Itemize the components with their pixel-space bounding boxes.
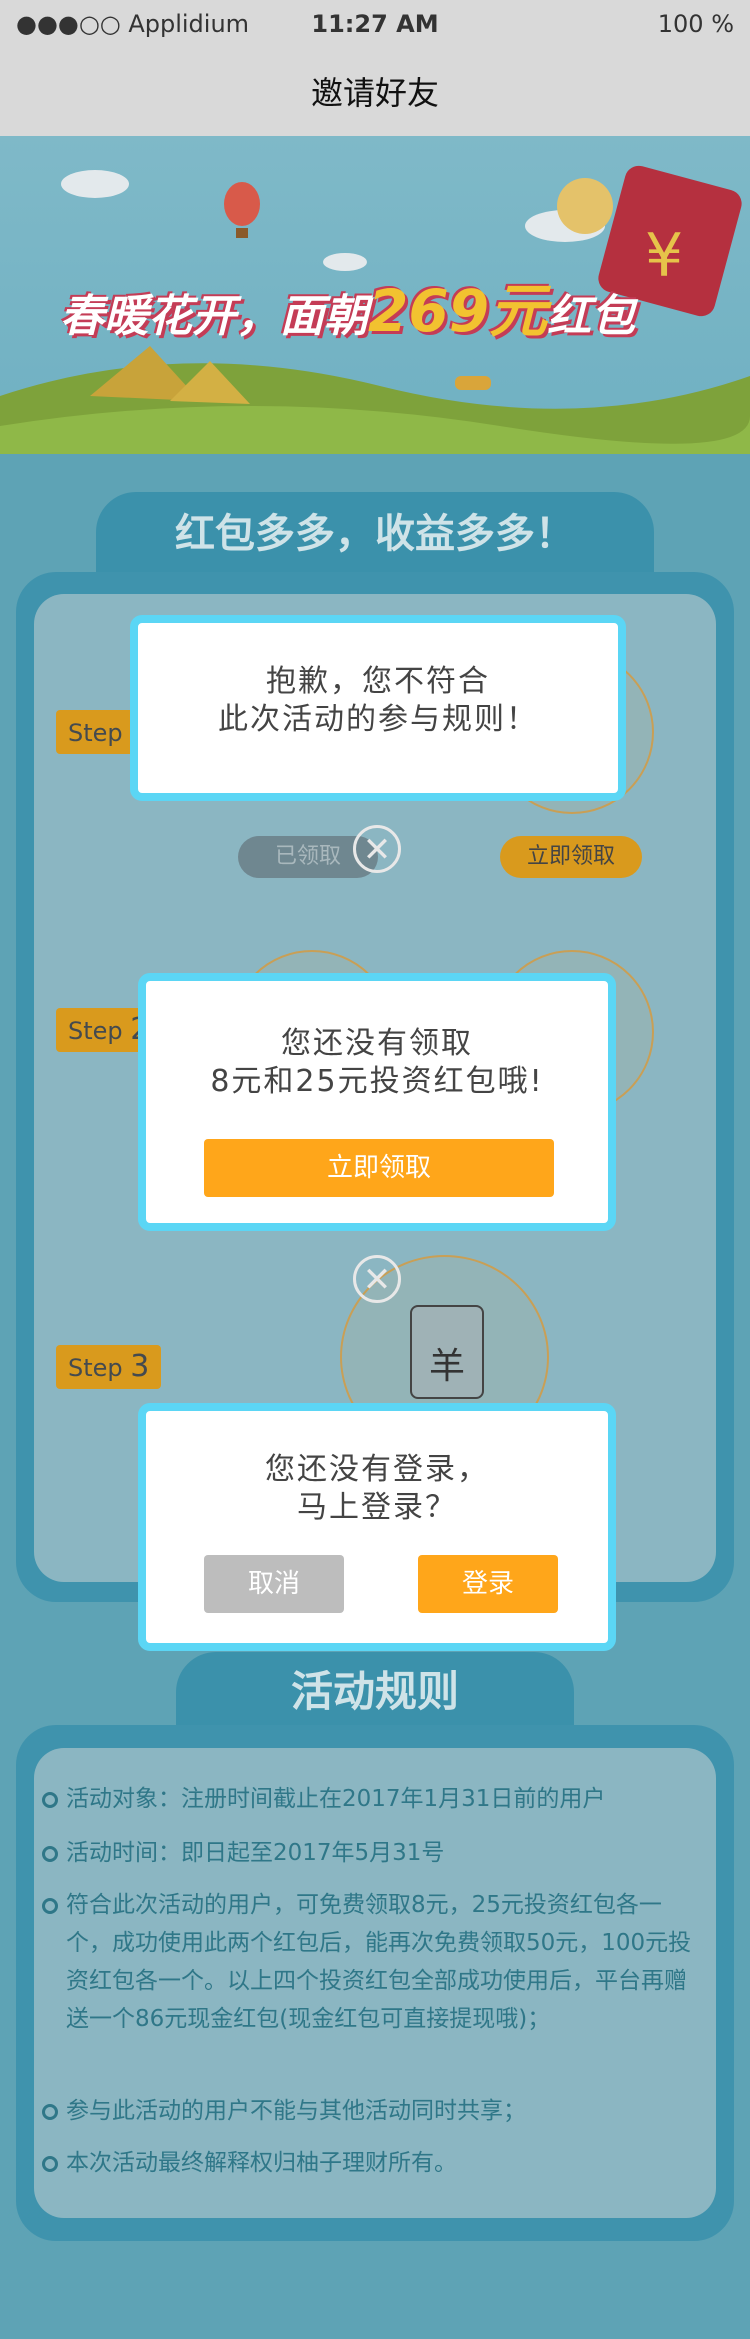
rule-item: 活动对象：注册时间截止在2017年1月31日前的用户 — [42, 1780, 696, 1818]
step-number: 3 — [130, 1349, 150, 1384]
claim-now-button[interactable]: 立即领取 — [204, 1139, 554, 1197]
not-claimed-dialog: 您还没有领取 8元和25元投资红包哦! 立即领取 — [138, 973, 616, 1231]
bullet-icon — [42, 2156, 58, 2172]
step-label: Step — [68, 1354, 123, 1382]
dialog-message-line1: 您还没有登录， — [265, 1452, 489, 1487]
close-icon[interactable]: ✕ — [353, 1255, 401, 1303]
bullet-icon — [42, 1792, 58, 1808]
rule-item: 本次活动最终解释权归柚子理财所有。 — [42, 2144, 696, 2182]
slogan-part-1: 春暖花开， — [60, 291, 280, 342]
slogan-part-3: 红包 — [547, 291, 636, 342]
clock: 11:27 AM — [311, 10, 439, 38]
slogan-part-2: 面朝 — [280, 291, 368, 342]
ineligible-dialog: 抱歉，您不符合 此次活动的参与规则！ — [130, 615, 626, 801]
rule-text: 活动对象：注册时间截止在2017年1月31日前的用户 — [66, 1786, 606, 1812]
dialog-message-line1: 您还没有领取 — [281, 1026, 473, 1061]
dialog-message-line2: 8元和25元投资红包哦! — [210, 1064, 544, 1099]
rule-text: 参与此活动的用户不能与其他活动同时共享； — [66, 2098, 526, 2124]
step-label: Step — [68, 1017, 123, 1045]
dialog-message-line1: 抱歉，您不符合 — [266, 664, 490, 699]
step-3-tag: Step 3 — [56, 1345, 162, 1389]
nav-bar: 邀请好友 — [0, 48, 750, 137]
rule-text: 符合此次活动的用户，可免费领取8元，25元投资红包各一个，成功使用此两个红包后，… — [66, 1892, 692, 2032]
claim-pill[interactable]: 立即领取 — [500, 836, 642, 878]
battery-label: 100 % — [657, 10, 734, 38]
envelope-yen-icon: ¥ — [645, 221, 683, 291]
rule-item: 活动时间：即日起至2017年5月31号 — [42, 1834, 696, 1872]
rule-text: 活动时间：即日起至2017年5月31号 — [66, 1840, 445, 1866]
close-icon[interactable]: ✕ — [353, 825, 401, 873]
cancel-button[interactable]: 取消 — [204, 1555, 344, 1613]
bullet-icon — [42, 1898, 58, 1914]
rules-title: 活动规则 — [176, 1652, 574, 1732]
hero-banner: ¥ 春暖花开，面朝269元红包 — [0, 136, 750, 454]
banner-slogan: 春暖花开，面朝269元红包 — [60, 264, 635, 348]
dialog-message-line2: 马上登录？ — [297, 1490, 457, 1525]
rule-item: 符合此次活动的用户，可免费领取8元，25元投资红包各一个，成功使用此两个红包后，… — [42, 1886, 696, 2038]
slogan-amount: 269元 — [368, 277, 548, 345]
bullet-icon — [42, 1846, 58, 1862]
section-title: 红包多多，收益多多！ — [96, 492, 654, 582]
bullet-icon — [42, 2104, 58, 2120]
status-bar: ●●●○○ Applidium 11:27 AM 100 % — [0, 0, 750, 48]
login-button[interactable]: 登录 — [418, 1555, 558, 1613]
rule-item: 参与此活动的用户不能与其他活动同时共享； — [42, 2092, 696, 2130]
page-title: 邀请好友 — [310, 74, 439, 112]
login-dialog: 您还没有登录， 马上登录？ 取消 登录 — [138, 1403, 616, 1651]
dialog-message-line2: 此次活动的参与规则！ — [218, 702, 538, 737]
step3-envelope-icon: 羊 — [410, 1305, 484, 1399]
rule-text: 本次活动最终解释权归柚子理财所有。 — [66, 2150, 457, 2176]
step-label: Step — [68, 719, 123, 747]
